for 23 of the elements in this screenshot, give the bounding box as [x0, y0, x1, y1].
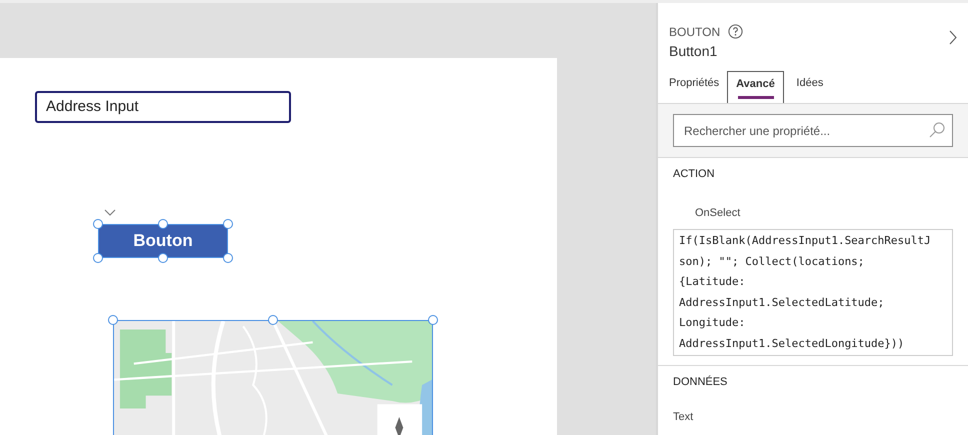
tab[interactable]: Avancé	[727, 71, 784, 103]
control-name: Button1	[668, 42, 718, 61]
formula-line: Longitude:	[679, 315, 746, 331]
section-heading: ACTION	[673, 167, 716, 182]
property-label: Text	[673, 410, 694, 424]
help-icon[interactable]	[728, 24, 744, 39]
section-heading: DONNÉES	[673, 374, 728, 390]
formula-line: {Latitude:	[679, 274, 746, 290]
search-icon	[929, 122, 945, 138]
formula-line: AddressInput1.SelectedLongitude}))	[679, 336, 906, 352]
formula-line: If(IsBlank(AddressInput1.SearchResultJ	[679, 233, 932, 249]
formula-line: AddressInput1.SelectedLatitude;	[679, 294, 886, 310]
chevron-right-icon[interactable]	[949, 30, 957, 45]
formula-line: son); ""; Collect(locations;	[679, 254, 866, 270]
tab[interactable]: Idées	[784, 71, 836, 103]
formula-box[interactable]: If(IsBlank(AddressInput1.SearchResultJ son); ""; Collect(locations; {Latitude: AddressInput1.SelectedLatitude; Longitude: AddressInput1.SelectedLongitude}))	[673, 229, 953, 356]
property-label: OnSelect	[694, 206, 742, 220]
chevron-down-icon	[104, 209, 116, 216]
address-input[interactable]: Address Input	[35, 91, 291, 123]
control-type-label: BOUTON	[669, 24, 720, 40]
tab[interactable]: Propriétés	[669, 71, 728, 103]
search-field[interactable]: Rechercher une propriété...	[673, 114, 953, 147]
bouton-button[interactable]: Bouton	[98, 224, 228, 258]
